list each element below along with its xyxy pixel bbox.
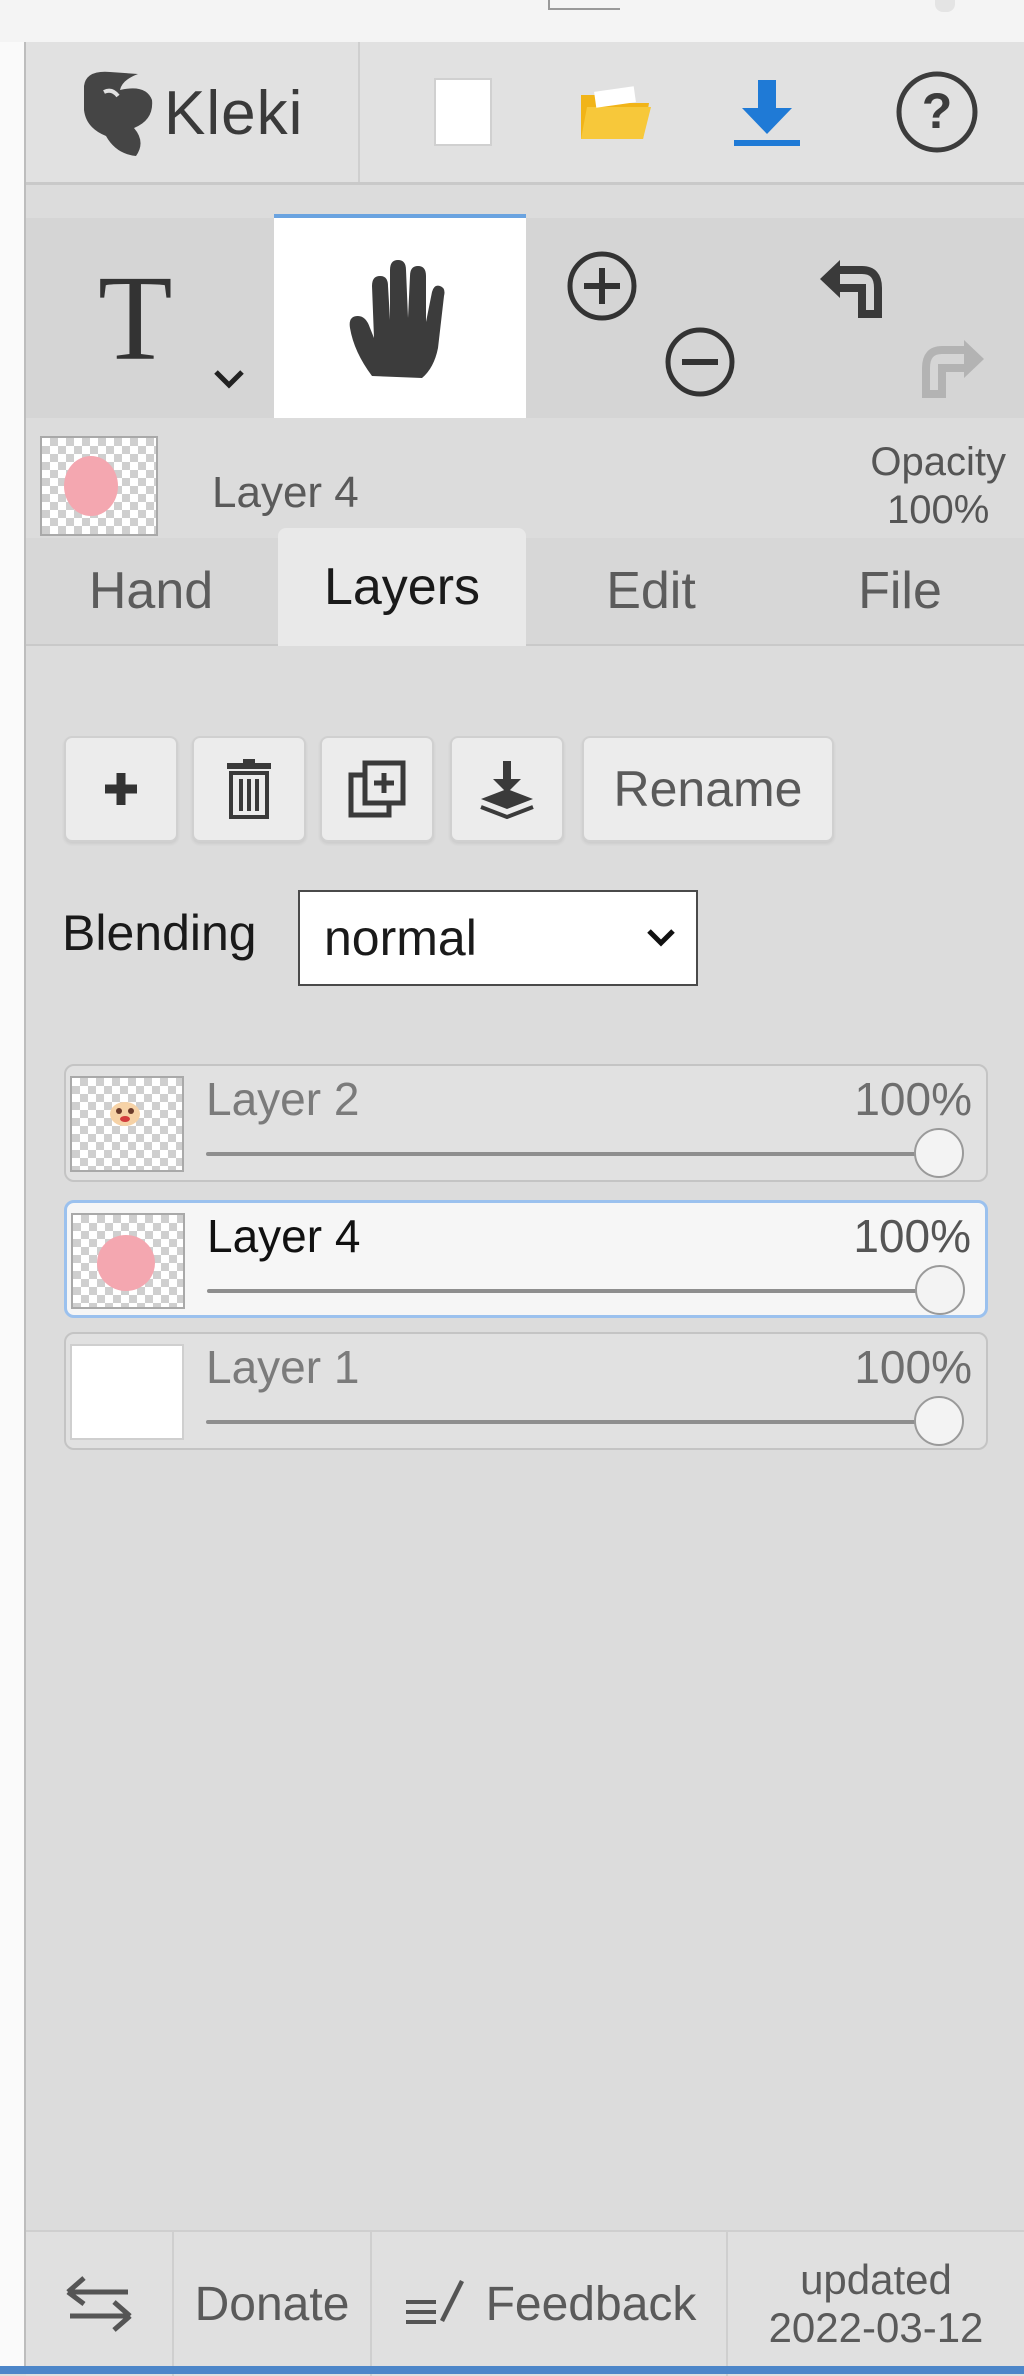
panel-footer: Donate Feedback updated 2022-03-12 bbox=[26, 2230, 1024, 2376]
logo-text: Kleki bbox=[164, 79, 304, 148]
open-file-button[interactable] bbox=[540, 42, 690, 182]
layer-preview-figure bbox=[110, 1102, 140, 1126]
active-layer-name: Layer 4 bbox=[212, 468, 359, 517]
donate-link[interactable]: Donate bbox=[174, 2232, 372, 2376]
blending-label: Blending bbox=[62, 905, 257, 961]
merge-down-button[interactable] bbox=[450, 736, 564, 842]
add-layer-button[interactable] bbox=[64, 736, 178, 842]
opacity-display: Opacity 100% bbox=[870, 438, 1006, 534]
folder-icon bbox=[581, 86, 651, 139]
layer-thumbnail bbox=[70, 1344, 184, 1440]
tab-file[interactable]: File bbox=[776, 538, 1024, 644]
add-layer-icon bbox=[105, 773, 137, 805]
layer-opacity-value: 100% bbox=[854, 1341, 972, 1393]
opacity-value: 100% bbox=[887, 488, 990, 532]
opacity-slider-handle[interactable] bbox=[914, 1128, 964, 1178]
kleki-logo[interactable]: Kleki bbox=[26, 42, 360, 182]
zoom-in-icon[interactable] bbox=[566, 250, 638, 322]
delete-layer-icon bbox=[227, 759, 271, 819]
redo-icon[interactable] bbox=[916, 328, 988, 400]
text-tool-glyph: T bbox=[98, 251, 173, 386]
layer-opacity-slider[interactable] bbox=[206, 1420, 956, 1424]
help-button[interactable]: ? bbox=[862, 42, 1012, 182]
new-image-button[interactable] bbox=[388, 42, 538, 182]
text-tool-button[interactable]: T bbox=[26, 218, 274, 418]
canvas-edge bbox=[0, 42, 26, 2374]
history-controls bbox=[776, 218, 1024, 418]
layer-row[interactable]: Layer 1 100% bbox=[64, 1332, 988, 1450]
hand-tool-button[interactable] bbox=[274, 214, 526, 422]
layer-preview-eye bbox=[128, 1108, 134, 1114]
hand-icon bbox=[349, 260, 445, 378]
opacity-slider-handle[interactable] bbox=[914, 1396, 964, 1446]
feedback-label: Feedback bbox=[485, 2277, 697, 2331]
updated-info[interactable]: updated 2022-03-12 bbox=[728, 2232, 1024, 2376]
top-fragment-right bbox=[935, 0, 955, 12]
zoom-out-icon[interactable] bbox=[664, 326, 736, 398]
layer-preview-blob bbox=[97, 1235, 155, 1291]
tab-layers[interactable]: Layers bbox=[278, 528, 526, 646]
active-layer-info: Layer 4 Opacity 100% bbox=[26, 418, 1024, 538]
blending-select[interactable]: normal bbox=[298, 890, 698, 986]
undo-icon[interactable] bbox=[816, 248, 888, 320]
tab-hand[interactable]: Hand bbox=[26, 538, 276, 644]
layer-preview-eye bbox=[116, 1108, 122, 1114]
opacity-slider-handle[interactable] bbox=[915, 1265, 965, 1315]
layer-row-selected[interactable]: Layer 4 100% bbox=[64, 1200, 988, 1318]
layer-opacity-value: 100% bbox=[854, 1073, 972, 1125]
duplicate-layer-icon bbox=[348, 760, 406, 818]
save-button[interactable] bbox=[692, 42, 842, 182]
layers-panel: Rename Blending normal Layer 2 100% Laye… bbox=[26, 646, 1024, 2272]
layer-name[interactable]: Layer 2 bbox=[206, 1072, 359, 1126]
layer-name[interactable]: Layer 1 bbox=[206, 1340, 359, 1394]
swap-arrows-icon bbox=[66, 2276, 132, 2332]
feedback-link[interactable]: Feedback bbox=[372, 2232, 728, 2376]
browser-top-strip bbox=[0, 0, 1024, 42]
updated-label: updated bbox=[800, 2255, 952, 2303]
layer-preview-blob bbox=[64, 456, 118, 516]
feedback-pen-icon bbox=[405, 2280, 464, 2324]
help-circle-icon: ? bbox=[896, 71, 978, 153]
chevron-down-icon bbox=[647, 929, 675, 947]
opacity-label: Opacity bbox=[870, 440, 1006, 484]
bottom-accent-line bbox=[0, 2366, 1024, 2374]
chevron-down-icon[interactable] bbox=[212, 368, 246, 390]
layer-name[interactable]: Layer 4 bbox=[207, 1209, 360, 1263]
blending-value: normal bbox=[324, 910, 477, 966]
kleki-logo-icon bbox=[84, 71, 153, 156]
rename-layer-button[interactable]: Rename bbox=[582, 736, 834, 842]
layer-row[interactable]: Layer 2 100% bbox=[64, 1064, 988, 1182]
top-fragment bbox=[548, 0, 620, 10]
layer-opacity-value: 100% bbox=[853, 1210, 971, 1262]
layer-opacity-slider[interactable] bbox=[207, 1289, 955, 1293]
updated-date: 2022-03-12 bbox=[768, 2304, 984, 2351]
layer-opacity-slider[interactable] bbox=[206, 1152, 956, 1156]
app-header: Kleki ? bbox=[26, 42, 1024, 185]
download-icon bbox=[734, 80, 800, 146]
panel-tabs: Hand Layers Edit File bbox=[26, 528, 1024, 646]
zoom-controls bbox=[526, 218, 776, 418]
svg-text:?: ? bbox=[922, 83, 953, 139]
tool-row: T bbox=[26, 214, 1024, 422]
active-layer-thumbnail bbox=[40, 436, 158, 536]
merge-down-icon bbox=[480, 761, 534, 819]
delete-layer-button[interactable] bbox=[192, 736, 306, 842]
duplicate-layer-button[interactable] bbox=[320, 736, 434, 842]
layer-thumbnail bbox=[70, 1076, 184, 1172]
layer-preview-mouth bbox=[120, 1116, 130, 1122]
layer-thumbnail bbox=[71, 1213, 185, 1309]
swap-side-button[interactable] bbox=[26, 2232, 174, 2376]
tab-edit[interactable]: Edit bbox=[526, 538, 776, 644]
blank-page-icon bbox=[434, 78, 492, 146]
side-panel: Kleki ? T Layer 4 Opacity 100% Hand Laye… bbox=[26, 42, 1024, 2376]
